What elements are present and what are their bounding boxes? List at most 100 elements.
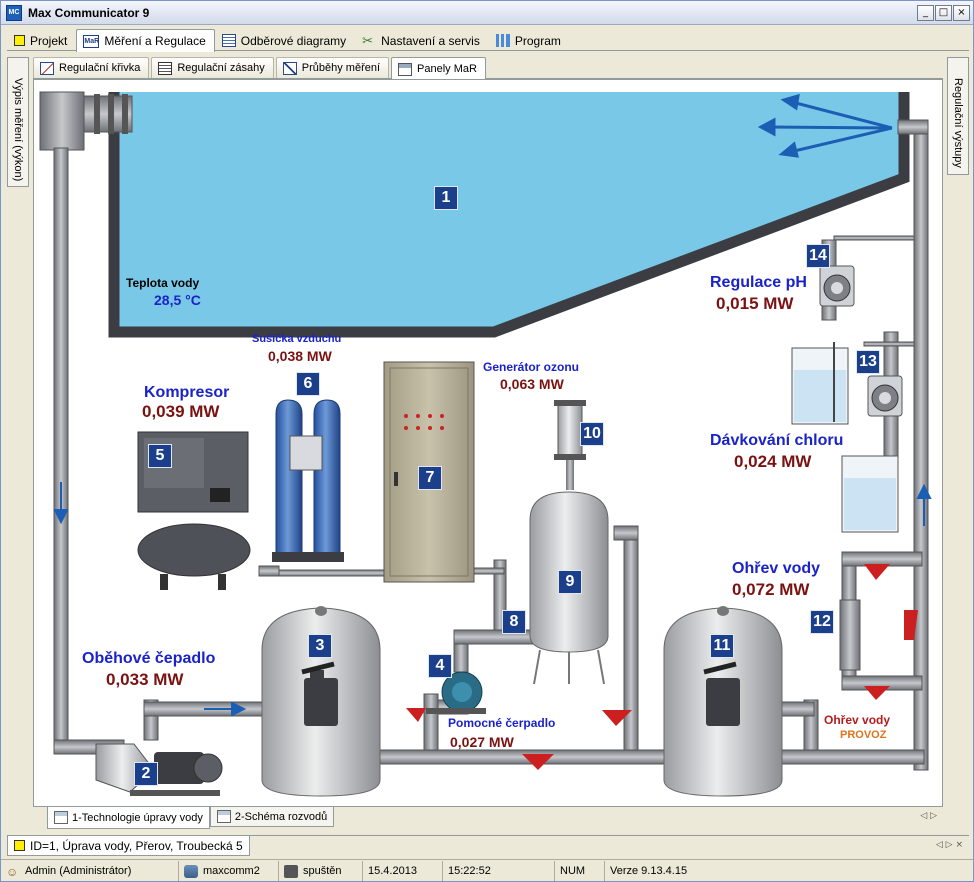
badge-heat-exchanger[interactable]: 12 xyxy=(810,610,834,634)
status-version-text: Verze 9.13.4.15 xyxy=(610,865,688,877)
sheet-scroll-arrows[interactable]: ◁ ▷ xyxy=(920,811,937,821)
status-time: 15:22:52 xyxy=(443,861,555,881)
chlorine-label: Dávkování chloru xyxy=(710,432,844,449)
tab-label: Projekt xyxy=(30,33,68,48)
sheet-tab-label: 2-Schéma rozvodů xyxy=(234,810,328,823)
sheet-tabs: 1-Technologie úpravy vody 2-Schéma rozvo… xyxy=(33,807,943,829)
badge-ozone-gen[interactable]: 10 xyxy=(580,422,604,446)
tab-mereni-regulace[interactable]: MaR Měření a Regulace xyxy=(76,29,215,52)
badge-filter-3[interactable]: 3 xyxy=(308,634,332,658)
app-icon: MC xyxy=(6,4,22,21)
yellow-square-icon xyxy=(14,840,25,851)
water-temp-label: Teplota vody xyxy=(126,276,200,290)
status-user: ☺ Admin (Administrátor) xyxy=(1,861,179,881)
heating-status-label: Ohřev vody xyxy=(824,713,891,727)
badge-dryer[interactable]: 6 xyxy=(296,372,320,396)
badge-circ-pump[interactable]: 2 xyxy=(134,762,158,786)
subtab-prubehy-mereni[interactable]: Průběhy měření xyxy=(275,57,390,78)
tab-nastaveni-servis[interactable]: ✂ Nastavení a servis xyxy=(355,29,489,51)
document-tabs: ID=1, Úprava vody, Přerov, Troubecká 5 ◁… xyxy=(7,835,969,857)
status-num-text: NUM xyxy=(560,865,586,877)
circulation-pump xyxy=(95,743,223,796)
minimize-button[interactable]: _ xyxy=(917,5,934,21)
table-icon xyxy=(221,34,236,47)
dryer-label: Sušička vzduchu xyxy=(252,333,342,345)
badge-valve-8[interactable]: 8 xyxy=(502,610,526,634)
app-window: MC Max Communicator 9 _ □ × Projekt MaR M… xyxy=(0,0,974,882)
compressor-value: 0,039 MW xyxy=(142,402,220,421)
circ-pump-label: Oběhové čepadlo xyxy=(82,650,216,667)
tab-label: Odběrové diagramy xyxy=(240,33,347,48)
side-tab-measurements[interactable]: Výpis měření (výkon) xyxy=(7,57,29,187)
subtab-panely-mar[interactable]: Panely MaR xyxy=(391,57,486,80)
sub-tabs: Regulační křivka Regulační zásahy Průběh… xyxy=(33,57,943,80)
document-tab-label: ID=1, Úprava vody, Přerov, Troubecká 5 xyxy=(30,838,243,853)
badge-filter-11[interactable]: 11 xyxy=(710,634,734,658)
subtab-label: Regulační zásahy xyxy=(177,62,265,74)
badge-pool[interactable]: 1 xyxy=(434,186,458,210)
side-tab-label: Regulační výstupy xyxy=(952,78,964,168)
heating-value: 0,072 MW xyxy=(732,580,810,599)
table-icon xyxy=(158,61,173,75)
sheet-icon xyxy=(54,811,68,824)
subtab-regulacni-zasahy[interactable]: Regulační zásahy xyxy=(151,57,274,78)
ph-tank xyxy=(791,342,849,425)
sheet-tab-distribution[interactable]: 2-Schéma rozvodů xyxy=(209,807,335,827)
status-bar: ☺ Admin (Administrátor) maxcomm2 spuštěn … xyxy=(1,859,973,881)
subtab-label: Panely MaR xyxy=(417,63,477,75)
chlorine-value: 0,024 MW xyxy=(734,452,812,471)
subtab-regulacni-krivka[interactable]: Regulační křivka xyxy=(33,57,150,78)
bars-icon xyxy=(495,34,510,47)
tab-projekt[interactable]: Projekt xyxy=(7,29,76,51)
side-tab-outputs[interactable]: Regulační výstupy xyxy=(947,57,969,175)
title-bar: MC Max Communicator 9 _ □ × xyxy=(1,1,973,25)
compressor-label: Kompresor xyxy=(144,384,230,401)
sheet-tab-technology[interactable]: 1-Technologie úpravy vody xyxy=(47,807,210,829)
status-state-text: spuštěn xyxy=(303,865,342,877)
chart-icon xyxy=(40,61,54,75)
badge-ph-pump[interactable]: 14 xyxy=(806,244,830,268)
main-tabs: Projekt MaR Měření a Regulace Odběrové di… xyxy=(7,29,969,52)
badge-reactor[interactable]: 9 xyxy=(558,570,582,594)
tab-label: Nastavení a servis xyxy=(381,33,480,48)
tab-label: Měření a Regulace xyxy=(104,34,206,48)
database-icon xyxy=(184,864,198,878)
ph-dosing-pump xyxy=(819,265,855,307)
close-button[interactable]: × xyxy=(953,5,970,21)
dryer-value: 0,038 MW xyxy=(268,348,332,364)
status-version: Verze 9.13.4.15 xyxy=(605,861,745,881)
sheet-tab-label: 1-Technologie úpravy vody xyxy=(72,811,203,824)
ozone-label: Generátor ozonu xyxy=(483,360,580,374)
document-tab-controls[interactable]: ◁ ▷ × xyxy=(936,840,963,850)
subtab-label: Průběhy měření xyxy=(301,62,381,74)
badge-compressor[interactable]: 5 xyxy=(148,444,172,468)
maximize-button[interactable]: □ xyxy=(935,5,952,21)
aux-pump-label: Pomocné čerpadlo xyxy=(448,716,556,730)
circ-pump-value: 0,033 MW xyxy=(106,670,184,689)
sheet-icon xyxy=(216,810,231,823)
status-date: 15.4.2013 xyxy=(363,861,443,881)
status-db-text: maxcomm2 xyxy=(203,865,260,877)
badge-cabinet[interactable]: 7 xyxy=(418,466,442,490)
tab-odberove-diagramy[interactable]: Odběrové diagramy xyxy=(215,29,355,51)
tab-label: Program xyxy=(514,33,561,48)
aux-pump-value: 0,027 MW xyxy=(450,734,514,750)
window-title: Max Communicator 9 xyxy=(28,5,150,20)
status-state: spuštěn xyxy=(279,861,363,881)
ph-value: 0,015 MW xyxy=(716,294,794,313)
mar-icon: MaR xyxy=(83,34,100,48)
status-date-text: 15.4.2013 xyxy=(368,865,417,877)
status-time-text: 15:22:52 xyxy=(448,865,491,877)
chlorine-tank xyxy=(841,455,899,533)
document-tab[interactable]: ID=1, Úprava vody, Přerov, Troubecká 5 xyxy=(7,836,250,856)
heating-status-value: PROVOZ xyxy=(840,729,887,741)
status-user-text: Admin (Administrátor) xyxy=(25,865,132,877)
water-temp-value: 28,5 °C xyxy=(154,292,201,308)
panel-icon xyxy=(398,62,413,76)
status-db: maxcomm2 xyxy=(179,861,279,881)
chlorine-dosing-pump xyxy=(867,375,903,417)
badge-chlorine-pump[interactable]: 13 xyxy=(856,350,880,374)
badge-aux-pump[interactable]: 4 xyxy=(428,654,452,678)
diagram-canvas: Teplota vody 28,5 °C Sušička vzduchu 0,0… xyxy=(33,79,943,807)
tab-program[interactable]: Program xyxy=(489,29,570,51)
